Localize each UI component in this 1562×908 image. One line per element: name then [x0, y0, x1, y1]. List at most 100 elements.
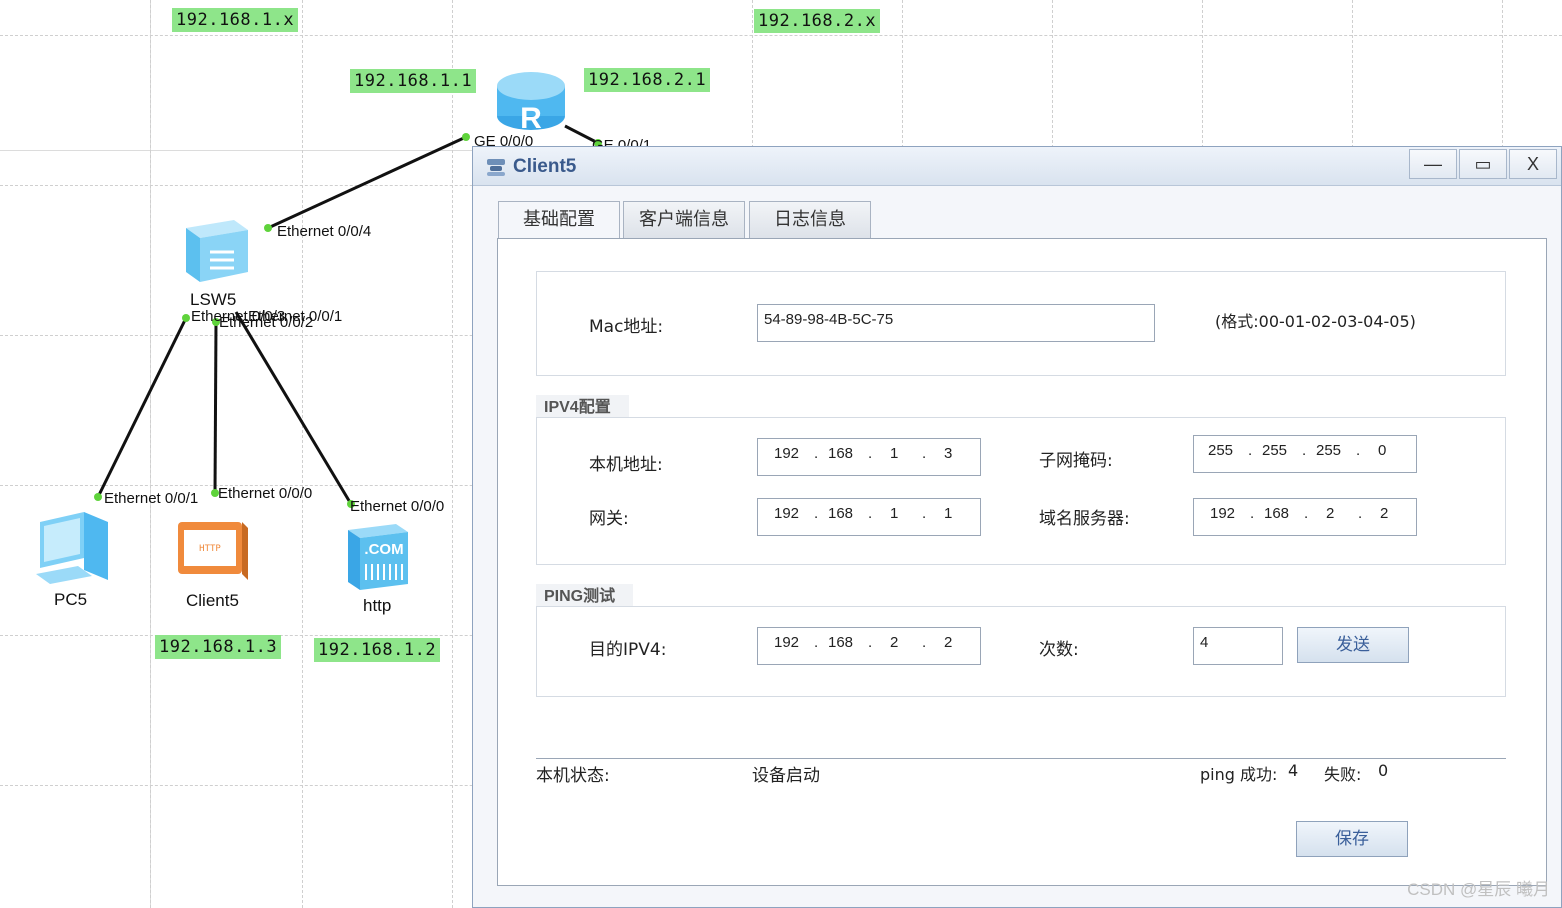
ip-dot: . [1358, 505, 1363, 522]
send-button[interactable]: 发送 [1297, 627, 1409, 663]
ping-fail-label: 失败: [1324, 765, 1362, 784]
ip-dot: . [922, 505, 927, 522]
mac-format-hint: (格式:00-01-02-03-04-05) [1215, 312, 1416, 331]
save-button[interactable]: 保存 [1296, 821, 1408, 857]
ip-octet: 168 [1264, 505, 1290, 522]
ip-octet: 168 [828, 634, 854, 651]
title-bar[interactable]: Client5 — ▭ X [473, 147, 1561, 186]
target-ipv4-label: 目的IPV4: [589, 640, 667, 660]
maximize-button[interactable]: ▭ [1459, 149, 1507, 179]
watermark: CSDN @星辰 曦月 [1407, 880, 1550, 899]
dns-server-label: 域名服务器: [1039, 509, 1130, 529]
ip-dot: . [1304, 505, 1309, 522]
ip-octet: 1 [890, 445, 899, 462]
ip-dot: . [868, 634, 873, 651]
close-button[interactable]: X [1509, 149, 1557, 179]
ip-octet: 2 [1380, 505, 1389, 522]
port-dot [94, 493, 102, 501]
switch-name: LSW5 [190, 290, 237, 309]
mac-field[interactable]: 54-89-98-4B-5C-75 [757, 304, 1155, 342]
ip-octet: 2 [1326, 505, 1335, 522]
ip-octet: 1 [944, 505, 953, 522]
client-ip-label[interactable]: 192.168.1.3 [155, 635, 282, 659]
ip-octet: 255 [1316, 442, 1342, 459]
mac-group: Mac地址: 54-89-98-4B-5C-75 (格式:00-01-02-03… [536, 271, 1506, 376]
ip-octet: 0 [1378, 442, 1387, 459]
ip-octet: 255 [1208, 442, 1234, 459]
tab-client-info[interactable]: 客户端信息 [623, 201, 745, 239]
subnet-mask-field[interactable]: 255 . 255 . 255 . 0 [1193, 435, 1417, 473]
ping-success-label: ping 成功: [1200, 765, 1278, 784]
config-panel: Mac地址: 54-89-98-4B-5C-75 (格式:00-01-02-03… [497, 238, 1547, 886]
port-label: Ethernet 0/0/1 [104, 490, 199, 507]
status-divider [536, 758, 1506, 759]
subnet-label[interactable]: 192.168.2.x [754, 9, 881, 33]
minimize-button[interactable]: — [1409, 149, 1457, 179]
count-field[interactable]: 4 [1193, 627, 1283, 665]
server-icon[interactable]: .COM [346, 520, 412, 592]
pc-name: PC5 [54, 590, 88, 609]
ping-success-count: 4 [1288, 761, 1299, 780]
ip-dot: . [814, 445, 819, 462]
http-name: http [363, 596, 392, 615]
svg-text:.COM: .COM [364, 541, 403, 558]
status-value: 设备启动 [752, 766, 820, 786]
port-label: Ethernet 0/0/0 [218, 485, 313, 502]
ip-dot: . [814, 505, 819, 522]
status-label: 本机状态: [536, 766, 610, 786]
subnet-mask-label: 子网掩码: [1039, 451, 1113, 471]
router-ip-right-label[interactable]: 192.168.2.1 [584, 68, 711, 92]
dns-server-field[interactable]: 192 . 168 . 2 . 2 [1193, 498, 1417, 536]
router-ip-left-label[interactable]: 192.168.1.1 [350, 69, 477, 93]
port-label: Ethernet 0/0/4 [277, 223, 372, 240]
port-dot [462, 133, 470, 141]
gateway-label: 网关: [589, 509, 629, 529]
app-icon [487, 159, 505, 176]
switch-icon[interactable] [182, 216, 250, 284]
window-title: Client5 [513, 156, 577, 177]
ip-octet: 192 [1210, 505, 1236, 522]
ip-octet: 1 [890, 505, 899, 522]
gateway-field[interactable]: 192 . 168 . 1 . 1 [757, 498, 981, 536]
http-client-icon[interactable]: HTTP [176, 518, 250, 582]
client-window[interactable]: Client5 — ▭ X 基础配置 客户端信息 日志信息 Mac地址: 54-… [472, 146, 1562, 908]
pc-icon[interactable] [32, 508, 112, 588]
port-dot [264, 224, 272, 232]
ip-octet: 192 [774, 445, 800, 462]
ip-octet: 192 [774, 634, 800, 651]
tab-basic-config[interactable]: 基础配置 [498, 201, 620, 239]
link-switch-client [213, 321, 218, 494]
http-ip-label[interactable]: 192.168.1.2 [314, 638, 441, 662]
mac-label: Mac地址: [589, 317, 664, 337]
ip-octet: 3 [944, 445, 953, 462]
ping-fail-count: 0 [1378, 761, 1389, 780]
client-name: Client5 [186, 591, 239, 610]
link-router-switch [267, 135, 467, 230]
subnet-label[interactable]: 192.168.1.x [172, 8, 299, 32]
local-address-field[interactable]: 192 . 168 . 1 . 3 [757, 438, 981, 476]
svg-text:R: R [520, 102, 542, 134]
target-ipv4-field[interactable]: 192 . 168 . 2 . 2 [757, 627, 981, 665]
router-icon[interactable]: R [494, 70, 568, 134]
ip-dot: . [1356, 442, 1361, 459]
port-label: Ethernet 0/0/1 [248, 308, 343, 325]
ip-dot: . [1250, 505, 1255, 522]
port-dot [182, 314, 190, 322]
ip-dot: . [1302, 442, 1307, 459]
ip-octet: 2 [890, 634, 899, 651]
ping-group: 目的IPV4: 192 . 168 . 2 . 2 次数: 4 发送 [536, 606, 1506, 697]
ip-octet: 255 [1262, 442, 1288, 459]
ip-octet: 2 [944, 634, 953, 651]
port-label: Ethernet 0/0/0 [350, 498, 445, 515]
ip-octet: 192 [774, 505, 800, 522]
count-label: 次数: [1039, 640, 1079, 660]
ip-dot: . [1248, 442, 1253, 459]
ip-dot: . [814, 634, 819, 651]
ip-dot: . [922, 634, 927, 651]
tab-log-info[interactable]: 日志信息 [749, 201, 871, 239]
link-switch-pc [96, 317, 188, 498]
ip-dot: . [922, 445, 927, 462]
ip-dot: . [868, 445, 873, 462]
svg-text:HTTP: HTTP [199, 544, 221, 554]
ip-octet: 168 [828, 445, 854, 462]
